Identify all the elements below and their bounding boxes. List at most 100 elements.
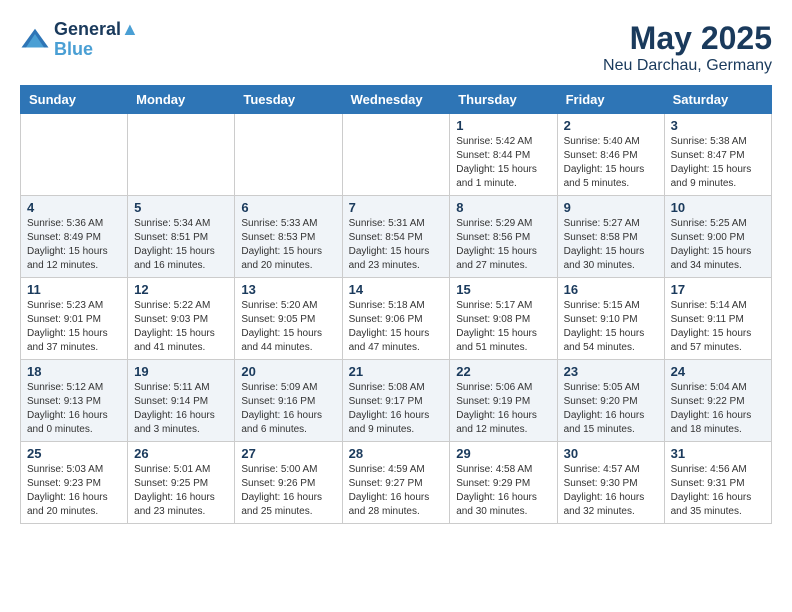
- day-info: Sunrise: 4:59 AM Sunset: 9:27 PM Dayligh…: [349, 463, 444, 519]
- day-number: 28: [349, 446, 444, 461]
- day-number: 18: [27, 364, 121, 379]
- calendar-cell: 30 Sunrise: 4:57 AM Sunset: 9:30 PM Dayli…: [557, 442, 664, 524]
- day-info: Sunrise: 4:56 AM Sunset: 9:31 PM Dayligh…: [671, 463, 765, 519]
- logo: General▲ Blue: [20, 20, 139, 60]
- day-info: Sunrise: 5:17 AM Sunset: 9:08 PM Dayligh…: [456, 299, 550, 355]
- calendar-cell: 12Sunrise: 5:22 AM Sunset: 9:03 PM Dayli…: [128, 278, 235, 360]
- calendar-cell: 5 Sunrise: 5:34 AM Sunset: 8:51 PM Daylig…: [128, 196, 235, 278]
- day-info: Sunrise: 5:18 AM Sunset: 9:06 PM Dayligh…: [349, 299, 444, 355]
- calendar-cell: 7 Sunrise: 5:31 AM Sunset: 8:54 PM Daylig…: [342, 196, 450, 278]
- page-header: General▲ Blue May 2025 Neu Darchau, Germ…: [20, 20, 772, 75]
- day-number: 26: [134, 446, 228, 461]
- day-number: 31: [671, 446, 765, 461]
- calendar-cell: 9Sunrise: 5:27 AM Sunset: 8:58 PM Daylig…: [557, 196, 664, 278]
- weekday-header-monday: Monday: [128, 86, 235, 114]
- day-info: Sunrise: 5:25 AM Sunset: 9:00 PM Dayligh…: [671, 217, 765, 273]
- day-number: 6: [241, 200, 335, 215]
- day-number: 17: [671, 282, 765, 297]
- calendar-cell: 29Sunrise: 4:58 AM Sunset: 9:29 PM Dayli…: [450, 442, 557, 524]
- day-info: Sunrise: 5:03 AM Sunset: 9:23 PM Dayligh…: [27, 463, 121, 519]
- day-info: Sunrise: 4:57 AM Sunset: 9:30 PM Dayligh…: [564, 463, 658, 519]
- calendar-cell: 4Sunrise: 5:36 AM Sunset: 8:49 PM Daylig…: [21, 196, 128, 278]
- day-number: 21: [349, 364, 444, 379]
- day-info: Sunrise: 5:42 AM Sunset: 8:44 PM Dayligh…: [456, 135, 550, 191]
- logo-text: General▲ Blue: [54, 20, 139, 60]
- day-info: Sunrise: 5:12 AM Sunset: 9:13 PM Dayligh…: [27, 381, 121, 437]
- day-number: 10: [671, 200, 765, 215]
- calendar-cell: 13 Sunrise: 5:20 AM Sunset: 9:05 PM Dayli…: [235, 278, 342, 360]
- day-number: 29: [456, 446, 550, 461]
- calendar-cell: 25 Sunrise: 5:03 AM Sunset: 9:23 PM Dayli…: [21, 442, 128, 524]
- day-number: 9: [564, 200, 658, 215]
- weekday-header-wednesday: Wednesday: [342, 86, 450, 114]
- calendar-cell: 18 Sunrise: 5:12 AM Sunset: 9:13 PM Dayli…: [21, 360, 128, 442]
- day-number: 5: [134, 200, 228, 215]
- day-number: 20: [241, 364, 335, 379]
- weekday-header-row: SundayMondayTuesdayWednesdayThursdayFrid…: [21, 86, 772, 114]
- calendar-title: May 2025: [603, 20, 772, 57]
- day-number: 16: [564, 282, 658, 297]
- day-number: 15: [456, 282, 550, 297]
- weekday-header-thursday: Thursday: [450, 86, 557, 114]
- calendar-table: SundayMondayTuesdayWednesdayThursdayFrid…: [20, 85, 772, 524]
- weekday-header-tuesday: Tuesday: [235, 86, 342, 114]
- day-number: 27: [241, 446, 335, 461]
- calendar-week-row: 11Sunrise: 5:23 AM Sunset: 9:01 PM Dayli…: [21, 278, 772, 360]
- day-info: Sunrise: 5:14 AM Sunset: 9:11 PM Dayligh…: [671, 299, 765, 355]
- day-info: Sunrise: 5:38 AM Sunset: 8:47 PM Dayligh…: [671, 135, 765, 191]
- calendar-cell: 19 Sunrise: 5:11 AM Sunset: 9:14 PM Dayli…: [128, 360, 235, 442]
- day-number: 3: [671, 118, 765, 133]
- day-info: Sunrise: 5:40 AM Sunset: 8:46 PM Dayligh…: [564, 135, 658, 191]
- day-info: Sunrise: 5:08 AM Sunset: 9:17 PM Dayligh…: [349, 381, 444, 437]
- day-info: Sunrise: 5:20 AM Sunset: 9:05 PM Dayligh…: [241, 299, 335, 355]
- weekday-header-saturday: Saturday: [664, 86, 771, 114]
- day-number: 25: [27, 446, 121, 461]
- calendar-cell: 15 Sunrise: 5:17 AM Sunset: 9:08 PM Dayli…: [450, 278, 557, 360]
- calendar-cell: 31 Sunrise: 4:56 AM Sunset: 9:31 PM Dayli…: [664, 442, 771, 524]
- calendar-cell: 1Sunrise: 5:42 AM Sunset: 8:44 PM Daylig…: [450, 114, 557, 196]
- calendar-week-row: 18 Sunrise: 5:12 AM Sunset: 9:13 PM Dayli…: [21, 360, 772, 442]
- day-number: 24: [671, 364, 765, 379]
- weekday-header-friday: Friday: [557, 86, 664, 114]
- calendar-cell: 28 Sunrise: 4:59 AM Sunset: 9:27 PM Dayli…: [342, 442, 450, 524]
- day-info: Sunrise: 5:01 AM Sunset: 9:25 PM Dayligh…: [134, 463, 228, 519]
- calendar-cell: [342, 114, 450, 196]
- calendar-cell: 17 Sunrise: 5:14 AM Sunset: 9:11 PM Dayli…: [664, 278, 771, 360]
- calendar-week-row: 4Sunrise: 5:36 AM Sunset: 8:49 PM Daylig…: [21, 196, 772, 278]
- day-number: 13: [241, 282, 335, 297]
- day-info: Sunrise: 5:29 AM Sunset: 8:56 PM Dayligh…: [456, 217, 550, 273]
- day-number: 2: [564, 118, 658, 133]
- calendar-cell: 11Sunrise: 5:23 AM Sunset: 9:01 PM Dayli…: [21, 278, 128, 360]
- calendar-cell: [21, 114, 128, 196]
- logo-icon: [20, 25, 50, 55]
- calendar-cell: 27Sunrise: 5:00 AM Sunset: 9:26 PM Dayli…: [235, 442, 342, 524]
- weekday-header-sunday: Sunday: [21, 86, 128, 114]
- calendar-cell: 16 Sunrise: 5:15 AM Sunset: 9:10 PM Dayli…: [557, 278, 664, 360]
- day-info: Sunrise: 5:06 AM Sunset: 9:19 PM Dayligh…: [456, 381, 550, 437]
- calendar-week-row: 25 Sunrise: 5:03 AM Sunset: 9:23 PM Dayli…: [21, 442, 772, 524]
- day-info: Sunrise: 5:11 AM Sunset: 9:14 PM Dayligh…: [134, 381, 228, 437]
- calendar-subtitle: Neu Darchau, Germany: [603, 57, 772, 75]
- day-info: Sunrise: 5:09 AM Sunset: 9:16 PM Dayligh…: [241, 381, 335, 437]
- day-number: 30: [564, 446, 658, 461]
- calendar-cell: 20 Sunrise: 5:09 AM Sunset: 9:16 PM Dayli…: [235, 360, 342, 442]
- calendar-cell: 3 Sunrise: 5:38 AM Sunset: 8:47 PM Daylig…: [664, 114, 771, 196]
- day-number: 19: [134, 364, 228, 379]
- calendar-cell: [235, 114, 342, 196]
- day-info: Sunrise: 5:04 AM Sunset: 9:22 PM Dayligh…: [671, 381, 765, 437]
- day-number: 8: [456, 200, 550, 215]
- day-number: 23: [564, 364, 658, 379]
- day-info: Sunrise: 5:31 AM Sunset: 8:54 PM Dayligh…: [349, 217, 444, 273]
- calendar-cell: 22 Sunrise: 5:06 AM Sunset: 9:19 PM Dayli…: [450, 360, 557, 442]
- calendar-cell: 23Sunrise: 5:05 AM Sunset: 9:20 PM Dayli…: [557, 360, 664, 442]
- day-number: 22: [456, 364, 550, 379]
- calendar-cell: 14 Sunrise: 5:18 AM Sunset: 9:06 PM Dayli…: [342, 278, 450, 360]
- calendar-cell: 2 Sunrise: 5:40 AM Sunset: 8:46 PM Daylig…: [557, 114, 664, 196]
- day-info: Sunrise: 5:34 AM Sunset: 8:51 PM Dayligh…: [134, 217, 228, 273]
- title-block: May 2025 Neu Darchau, Germany: [603, 20, 772, 75]
- day-number: 11: [27, 282, 121, 297]
- day-number: 14: [349, 282, 444, 297]
- day-info: Sunrise: 5:15 AM Sunset: 9:10 PM Dayligh…: [564, 299, 658, 355]
- day-info: Sunrise: 5:33 AM Sunset: 8:53 PM Dayligh…: [241, 217, 335, 273]
- day-number: 7: [349, 200, 444, 215]
